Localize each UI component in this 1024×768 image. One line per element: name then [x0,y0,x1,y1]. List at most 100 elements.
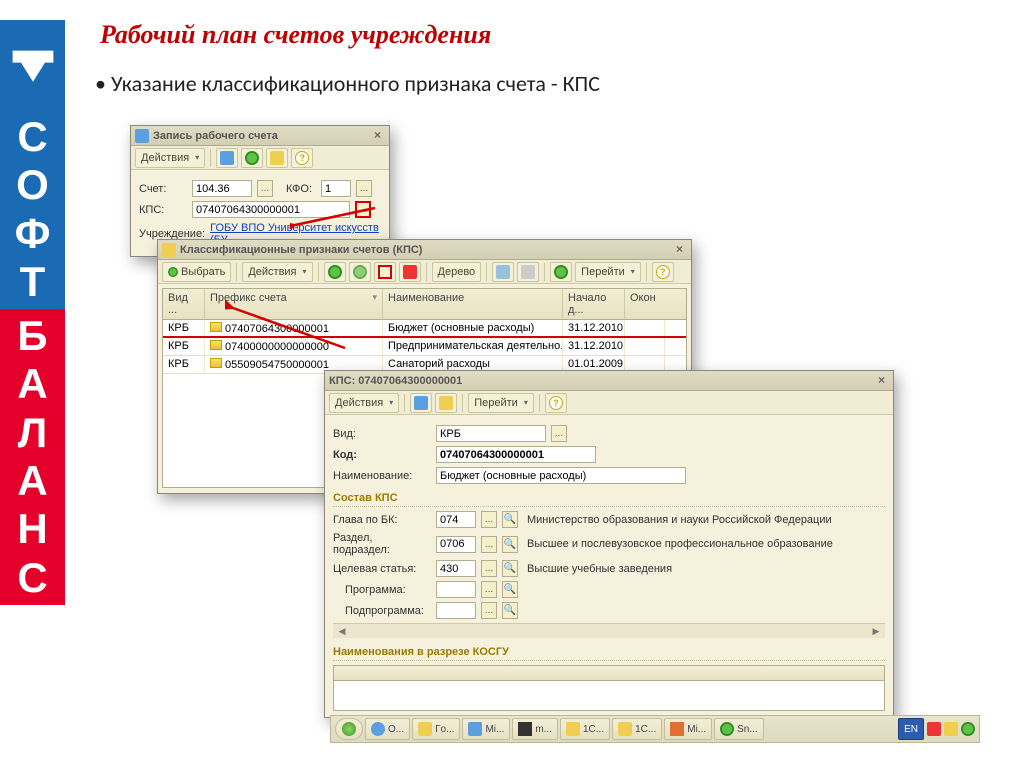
window-title-text: КПС: 07407064300000001 [329,375,462,387]
razdel-input[interactable]: 0706 [436,536,476,553]
row-icon [210,340,222,350]
section-sostav: Состав КПС [333,492,885,507]
goto-menu[interactable]: Перейти [575,262,641,282]
col-vid[interactable]: Вид ... [163,289,205,319]
tree-toggle[interactable]: Дерево [432,262,482,282]
col-prefix[interactable]: Префикс счета▾ [205,289,383,319]
glava-search-icon[interactable]: 🔍 [502,511,518,528]
subprog-label: Подпрограмма: [333,605,431,617]
add-icon[interactable] [324,262,346,282]
brand-text-balance: БАЛАНС [0,309,65,605]
actions-menu[interactable]: Действия [135,148,205,168]
tray-icon[interactable] [961,722,975,736]
prog-search-icon[interactable]: 🔍 [502,581,518,598]
kps-label: КПС: [139,204,187,216]
page-title: Рабочий план счетов учреждения [100,20,1014,50]
subprog-picker[interactable]: ... [481,602,497,619]
name-input[interactable]: Бюджет (основные расходы) [436,467,686,484]
lang-indicator[interactable]: EN [898,718,924,740]
subprog-search-icon[interactable]: 🔍 [502,602,518,619]
schet-label: Счет: [139,183,187,195]
toolbar-win2: Выбрать Действия Дерево Перейти ? [158,260,691,284]
goto-menu[interactable]: Перейти [468,393,534,413]
bullet-text: Указание классификационного признака сче… [115,70,1014,97]
select-button[interactable]: Выбрать [162,262,231,282]
close-icon[interactable]: × [874,373,889,388]
edit-icon[interactable] [374,262,396,282]
razdel-search-icon[interactable]: 🔍 [502,536,518,553]
table-row[interactable]: КРБ 07407064300000001 Бюджет (основные р… [163,320,686,338]
window-icon [135,129,149,143]
report-icon[interactable] [435,393,457,413]
row-icon [210,322,222,332]
razdel-label: Раздел, подраздел: [333,532,431,556]
start-button[interactable] [335,718,363,740]
prog-picker[interactable]: ... [481,581,497,598]
name-label: Наименование: [333,470,431,482]
close-icon[interactable]: × [370,128,385,143]
kosgu-grid[interactable] [333,665,885,711]
toolbar-win1: Действия ? [131,146,389,170]
col-nach[interactable]: Начало д... [563,289,625,319]
hscroll[interactable]: ◀ ▶ [333,623,885,638]
task-item[interactable]: m... [512,718,558,740]
help-icon[interactable]: ? [652,262,674,282]
task-item[interactable]: 1C... [612,718,662,740]
add-group-icon[interactable] [349,262,371,282]
task-item[interactable]: Mi... [462,718,510,740]
window-title-text: Классификационные признаки счетов (КПС) [180,244,422,256]
actions-menu[interactable]: Действия [329,393,399,413]
taskbar: О... Гo... Mi... m... 1C... 1C... Mi... … [330,715,980,743]
scroll-left-icon[interactable]: ◀ [335,626,349,637]
task-item[interactable]: Mi... [664,718,712,740]
cel-picker[interactable]: ... [481,560,497,577]
subprog-input[interactable] [436,602,476,619]
actions-menu[interactable]: Действия [242,262,312,282]
window-icon [162,243,176,257]
schet-input[interactable]: 104.36 [192,180,252,197]
cel-label: Целевая статья: [333,563,431,575]
delete-icon[interactable] [399,262,421,282]
vid-picker[interactable]: ... [551,425,567,442]
cel-input[interactable]: 430 [436,560,476,577]
close-icon[interactable]: × [672,242,687,257]
glava-desc: Министерство образования и науки Российс… [527,514,832,526]
refresh-icon[interactable] [550,262,572,282]
task-item[interactable]: О... [365,718,410,740]
table-row[interactable]: КРБ 07400000000000000 Предпринимательска… [163,338,686,356]
schet-picker[interactable]: ... [257,180,273,197]
help-icon[interactable]: ? [291,148,313,168]
save-icon[interactable] [410,393,432,413]
glava-picker[interactable]: ... [481,511,497,528]
kps-input[interactable]: 07407064300000001 [192,201,350,218]
vid-input[interactable]: КРБ [436,425,546,442]
help-icon[interactable]: ? [545,393,567,413]
tray-icon[interactable] [927,722,941,736]
prog-input[interactable] [436,581,476,598]
kfo-input[interactable]: 1 [321,180,351,197]
glava-input[interactable]: 074 [436,511,476,528]
filter-clear-icon[interactable] [517,262,539,282]
kod-input[interactable]: 07407064300000001 [436,446,596,463]
refresh-icon[interactable] [241,148,263,168]
filter-icon[interactable] [492,262,514,282]
kod-label: Код: [333,449,431,461]
save-icon[interactable] [216,148,238,168]
scroll-right-icon[interactable]: ▶ [869,626,883,637]
tray-icon[interactable] [944,722,958,736]
col-okon[interactable]: Окон [625,289,665,319]
brand-arrow-icon [0,20,65,110]
cel-search-icon[interactable]: 🔍 [502,560,518,577]
task-item[interactable]: Sn... [714,718,764,740]
col-name[interactable]: Наименование [383,289,563,319]
kfo-picker[interactable]: ... [356,180,372,197]
report-icon[interactable] [266,148,288,168]
row-icon [210,358,222,368]
task-item[interactable]: Гo... [412,718,460,740]
window-title-text: Запись рабочего счета [153,130,278,142]
kps-picker[interactable]: ... [355,201,371,218]
razdel-picker[interactable]: ... [481,536,497,553]
task-item[interactable]: 1C... [560,718,610,740]
kfo-label: КФО: [286,183,316,195]
section-kosgu: Наименования в разрезе КОСГУ [333,646,885,661]
